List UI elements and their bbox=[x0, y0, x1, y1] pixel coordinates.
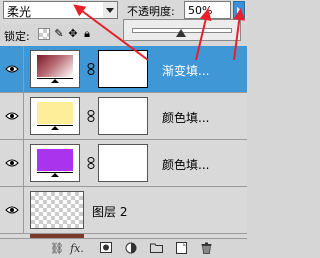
gradient-swatch bbox=[37, 55, 73, 77]
layer-thumbnail[interactable] bbox=[30, 191, 84, 229]
visibility-toggle[interactable] bbox=[0, 93, 24, 140]
layer-thumbnail[interactable] bbox=[30, 144, 80, 182]
lock-transparency-icon[interactable] bbox=[38, 28, 50, 40]
lock-pixels-icon[interactable]: ✎ bbox=[53, 28, 65, 40]
eye-icon bbox=[5, 65, 19, 73]
delete-layer-icon[interactable] bbox=[199, 242, 213, 255]
add-mask-icon[interactable] bbox=[99, 242, 113, 255]
lock-label: 锁定: bbox=[4, 30, 30, 43]
layers-list: 渐变填... 颜色填... 颜色填... 图层 2 bbox=[0, 46, 247, 238]
link-icon bbox=[87, 110, 95, 125]
eye-icon bbox=[5, 206, 19, 214]
link-layers-icon[interactable]: ⛓ bbox=[50, 242, 64, 255]
layer-name: 图层 2 bbox=[92, 205, 128, 219]
layer-mask-thumbnail[interactable] bbox=[98, 144, 148, 182]
lock-position-icon[interactable]: ✥ bbox=[67, 28, 79, 40]
layer-row[interactable]: 图层 2 bbox=[0, 187, 247, 234]
layer-row[interactable]: 颜色填... bbox=[0, 140, 247, 187]
layer-name: 颜色填... bbox=[162, 158, 210, 172]
layer-mask-thumbnail[interactable] bbox=[98, 97, 148, 135]
eye-icon bbox=[5, 159, 19, 167]
blend-mode-value: 柔光 bbox=[7, 5, 32, 19]
fill-indicator bbox=[37, 78, 73, 85]
link-icon bbox=[87, 63, 95, 78]
visibility-toggle[interactable] bbox=[0, 187, 24, 234]
fx-icon[interactable]: fx. bbox=[70, 242, 84, 255]
opacity-slider-toggle-button[interactable] bbox=[233, 1, 245, 19]
layer-row[interactable]: 渐变填... bbox=[0, 46, 247, 93]
blend-mode-select[interactable]: 柔光 bbox=[3, 1, 118, 19]
layer-mask-thumbnail[interactable] bbox=[98, 50, 148, 88]
layer-row[interactable]: 颜色填... bbox=[0, 93, 247, 140]
opacity-value: 50% bbox=[188, 4, 213, 17]
lock-all-icon[interactable]: 🔒︎ bbox=[81, 28, 93, 40]
layer-thumbnail[interactable] bbox=[30, 97, 80, 135]
new-layer-icon[interactable] bbox=[174, 242, 188, 255]
layer-name: 渐变填... bbox=[162, 64, 210, 78]
fill-indicator bbox=[37, 172, 73, 179]
layer-thumbnail[interactable] bbox=[30, 50, 80, 88]
link-icon bbox=[87, 157, 95, 172]
adjustment-layer-icon[interactable] bbox=[124, 242, 138, 255]
opacity-label: 不透明度: bbox=[127, 5, 175, 18]
opacity-slider-popup bbox=[123, 19, 241, 41]
eye-icon bbox=[5, 112, 19, 120]
layers-bottom-toolbar: ⛓ fx. bbox=[0, 238, 247, 258]
new-group-icon[interactable] bbox=[149, 242, 163, 255]
color-swatch bbox=[37, 149, 73, 171]
chevron-down-icon bbox=[103, 2, 117, 18]
visibility-toggle[interactable] bbox=[0, 46, 24, 93]
color-swatch bbox=[37, 102, 73, 124]
visibility-toggle[interactable] bbox=[0, 140, 24, 187]
opacity-slider-thumb[interactable] bbox=[176, 29, 186, 37]
layer-name: 颜色填... bbox=[162, 111, 210, 125]
fill-indicator bbox=[37, 125, 73, 132]
opacity-input[interactable]: 50% bbox=[184, 1, 231, 19]
